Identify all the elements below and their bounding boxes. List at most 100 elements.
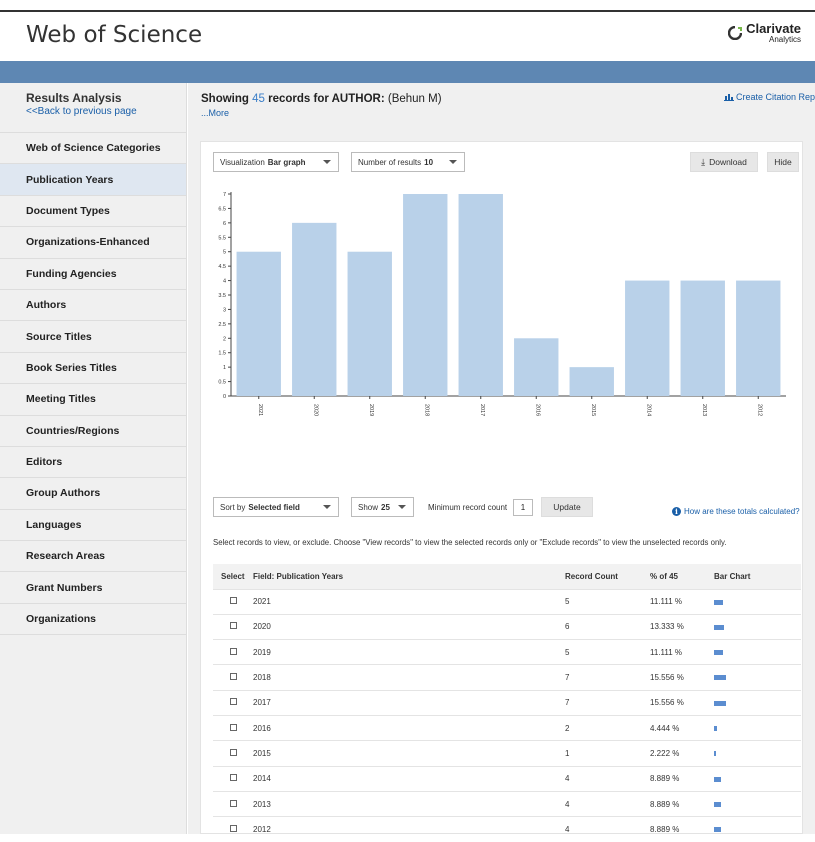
row-mini-bar xyxy=(714,700,726,706)
row-mini-bar xyxy=(714,624,724,630)
bar-chart-icon xyxy=(723,94,734,101)
row-year: 2019 xyxy=(253,639,565,665)
table-row: 2014 4 8.889 % xyxy=(213,765,801,792)
row-count: 7 xyxy=(565,689,650,716)
row-mini-bar xyxy=(714,751,716,757)
sort-by-select[interactable]: Sort by Selected field xyxy=(213,497,339,517)
sidebar-item[interactable]: Source Titles xyxy=(0,321,186,353)
row-checkbox[interactable] xyxy=(230,748,237,756)
nav-bar xyxy=(0,61,815,83)
results-analysis-block: Results Analysis <<Back to previous page xyxy=(0,83,186,133)
sidebar-item[interactable]: Organizations xyxy=(0,603,186,636)
y-tick-label: 3 xyxy=(223,307,226,313)
create-citation-report-link[interactable]: Create Citation Repor xyxy=(723,92,815,102)
sidebar-item[interactable]: Funding Agencies xyxy=(0,258,186,290)
row-select-cell xyxy=(213,714,253,741)
row-checkbox[interactable] xyxy=(230,825,237,833)
row-select-cell xyxy=(213,790,253,817)
table-row: 2013 4 8.889 % xyxy=(213,790,801,817)
update-button[interactable]: Update xyxy=(541,497,593,517)
sidebar-item[interactable]: Research Areas xyxy=(0,541,186,573)
sidebar-item[interactable]: Meeting Titles xyxy=(0,384,186,416)
num-value: 10 xyxy=(424,157,434,167)
chart-bar xyxy=(236,251,281,396)
hide-button[interactable]: Hide xyxy=(767,152,799,172)
clarivate-logo-icon xyxy=(728,26,743,40)
show-count-select[interactable]: Show 25 xyxy=(351,497,414,517)
table-row: 2021 5 11.111 % xyxy=(213,588,801,615)
min-count-label: Minimum record count xyxy=(428,503,508,512)
y-tick-label: 1.5 xyxy=(218,351,226,357)
row-pct: 8.889 % xyxy=(650,816,714,842)
brand-name: Clarivate xyxy=(746,21,801,36)
row-count: 4 xyxy=(565,790,650,817)
num-label: Number of results xyxy=(358,157,422,167)
sidebar-title: Results Analysis xyxy=(26,91,122,105)
row-year: 2020 xyxy=(253,613,565,640)
number-of-results-select[interactable]: Number of results 10 xyxy=(351,152,465,172)
app-title[interactable]: Web of Science xyxy=(26,22,202,48)
sidebar-item[interactable]: Grant Numbers xyxy=(0,572,186,604)
row-checkbox[interactable] xyxy=(230,622,237,630)
sidebar-item[interactable]: Countries/Regions xyxy=(0,415,186,447)
back-link[interactable]: <<Back to previous page xyxy=(26,106,186,117)
x-tick-label: 2021 xyxy=(257,404,263,416)
table-row: 2016 2 4.444 % xyxy=(213,714,801,741)
col-select: Select xyxy=(213,564,253,589)
row-pct: 11.111 % xyxy=(650,588,714,615)
sidebar: Results Analysis <<Back to previous page… xyxy=(0,83,187,834)
row-count: 2 xyxy=(565,714,650,741)
sidebar-item[interactable]: Group Authors xyxy=(0,478,186,510)
min-count-input[interactable]: 1 xyxy=(513,499,533,516)
chart-bar xyxy=(736,280,781,396)
row-checkbox[interactable] xyxy=(230,723,237,731)
sidebar-item[interactable]: Editors xyxy=(0,446,186,479)
sidebar-item[interactable]: Publication Years xyxy=(0,164,186,196)
row-year: 2018 xyxy=(253,664,565,691)
record-count: 45 xyxy=(252,93,265,105)
x-tick-label: 2014 xyxy=(645,404,651,416)
chevron-down-icon xyxy=(398,505,406,509)
y-tick-label: 5 xyxy=(223,250,226,256)
row-bar-cell xyxy=(714,613,801,640)
row-select-cell xyxy=(213,740,253,767)
row-count: 1 xyxy=(565,740,650,767)
row-count: 4 xyxy=(565,765,650,792)
row-select-cell xyxy=(213,613,253,640)
visualization-select[interactable]: Visualization Bar graph xyxy=(213,152,339,172)
row-mini-bar xyxy=(714,827,721,833)
x-tick-label: 2020 xyxy=(312,404,318,416)
summary-mid: records for xyxy=(268,93,329,105)
row-checkbox[interactable] xyxy=(230,673,237,681)
row-select-cell xyxy=(213,816,253,842)
row-bar-cell xyxy=(714,689,801,716)
summary-prefix: Showing xyxy=(201,93,249,105)
sidebar-item[interactable]: Document Types xyxy=(0,195,186,228)
x-tick-label: 2018 xyxy=(423,404,429,416)
y-tick-label: 3.5 xyxy=(218,293,226,299)
row-checkbox[interactable] xyxy=(230,698,237,706)
more-link[interactable]: ...More xyxy=(201,108,229,118)
clarivate-logo[interactable]: Clarivate Analytics xyxy=(728,22,801,44)
row-select-cell xyxy=(213,689,253,716)
row-checkbox[interactable] xyxy=(230,647,237,655)
row-checkbox[interactable] xyxy=(230,597,237,605)
sidebar-item[interactable]: Web of Science Categories xyxy=(0,133,186,165)
sort-label: Sort by xyxy=(220,502,246,512)
sidebar-item[interactable]: Languages xyxy=(0,509,186,542)
row-checkbox[interactable] xyxy=(230,774,237,782)
table-row: 2020 6 13.333 % xyxy=(213,613,801,640)
viz-label: Visualization xyxy=(220,157,265,167)
row-checkbox[interactable] xyxy=(230,799,237,807)
row-count: 4 xyxy=(565,816,650,842)
how-calculated-link[interactable]: i How are these totals calculated? xyxy=(672,507,800,516)
row-year: 2017 xyxy=(253,689,565,716)
row-year: 2012 xyxy=(253,816,565,842)
y-tick-label: 6.5 xyxy=(218,206,226,212)
sidebar-item[interactable]: Book Series Titles xyxy=(0,352,186,385)
sidebar-item[interactable]: Authors xyxy=(0,289,186,322)
row-mini-bar xyxy=(714,776,721,782)
row-select-cell xyxy=(213,664,253,691)
sidebar-item[interactable]: Organizations-Enhanced xyxy=(0,227,186,259)
download-button[interactable]: ⤓ Download xyxy=(690,152,758,172)
